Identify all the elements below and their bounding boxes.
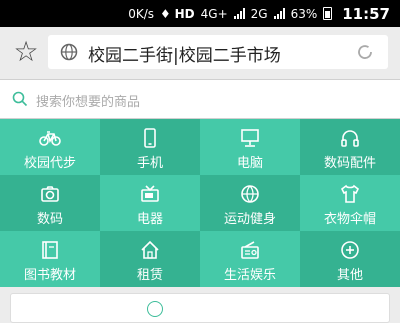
clothes-icon	[340, 184, 360, 203]
search-icon	[12, 91, 28, 107]
browser-toolbar: ☆ 校园二手街|校园二手市场	[0, 27, 400, 77]
category-label: 电器	[136, 212, 163, 227]
category-sports[interactable]: 运动健身	[200, 175, 300, 231]
network-2g: 2G	[250, 6, 268, 21]
page-title: 校园二手街|校园二手市场	[88, 46, 281, 66]
bicycle-icon	[39, 131, 61, 146]
category-label: 校园代步	[23, 156, 76, 171]
status-bar: 0K/s ♦ HD 4G+ 2G 63% 11:57	[0, 0, 400, 27]
battery-icon	[323, 7, 333, 20]
search-input[interactable]: 搜索你想要的商品	[36, 91, 140, 110]
category-digital[interactable]: 数码	[0, 175, 100, 231]
category-clothing[interactable]: 衣物伞帽	[300, 175, 400, 231]
ball-icon	[241, 185, 259, 203]
house-icon	[141, 240, 159, 259]
category-computer[interactable]: 电脑	[200, 119, 300, 175]
globe-icon	[60, 43, 78, 61]
category-label: 数码	[36, 212, 63, 227]
tv-icon	[141, 185, 159, 202]
category-label: 电脑	[236, 156, 263, 171]
category-label: 其他	[336, 268, 363, 283]
hd-icon: ♦ HD	[160, 6, 195, 21]
bookmark-star-icon[interactable]: ☆	[12, 38, 40, 66]
computer-icon	[241, 129, 259, 147]
category-label: 运动健身	[223, 212, 276, 227]
category-label: 手机	[136, 156, 163, 171]
category-grid: 校园代步 手机 电脑 数码配件 数码 电器 运动健身 衣物伞帽 图书教材 租赁 …	[0, 119, 400, 287]
category-label: 租赁	[136, 268, 163, 283]
category-label: 生活娱乐	[223, 268, 276, 283]
book-icon	[42, 241, 58, 259]
phone-icon	[144, 128, 156, 148]
bottom-card[interactable]	[10, 293, 390, 323]
category-other[interactable]: 其他	[300, 231, 400, 287]
card-icon	[147, 301, 163, 317]
network-speed: 0K/s	[128, 6, 155, 21]
plus-icon	[341, 241, 359, 259]
signal-icon-2	[273, 8, 285, 19]
category-books[interactable]: 图书教材	[0, 231, 100, 287]
category-campus-transport[interactable]: 校园代步	[0, 119, 100, 175]
category-appliances[interactable]: 电器	[100, 175, 200, 231]
category-phone[interactable]: 手机	[100, 119, 200, 175]
category-digital-accessories[interactable]: 数码配件	[300, 119, 400, 175]
signal-icon	[233, 8, 245, 19]
search-bar[interactable]: 搜索你想要的商品	[0, 79, 400, 119]
radio-icon	[241, 241, 259, 259]
headphones-icon	[341, 130, 359, 147]
category-label: 图书教材	[23, 268, 76, 283]
reload-icon[interactable]	[356, 43, 374, 61]
camera-icon	[41, 186, 59, 202]
category-entertainment[interactable]: 生活娱乐	[200, 231, 300, 287]
network-4g: 4G+	[200, 6, 228, 21]
address-bar[interactable]: 校园二手街|校园二手市场	[48, 35, 388, 69]
clock: 11:57	[342, 4, 390, 23]
category-label: 衣物伞帽	[323, 212, 376, 227]
battery-percent: 63%	[290, 6, 318, 21]
category-label: 数码配件	[323, 156, 376, 171]
category-rental[interactable]: 租赁	[100, 231, 200, 287]
